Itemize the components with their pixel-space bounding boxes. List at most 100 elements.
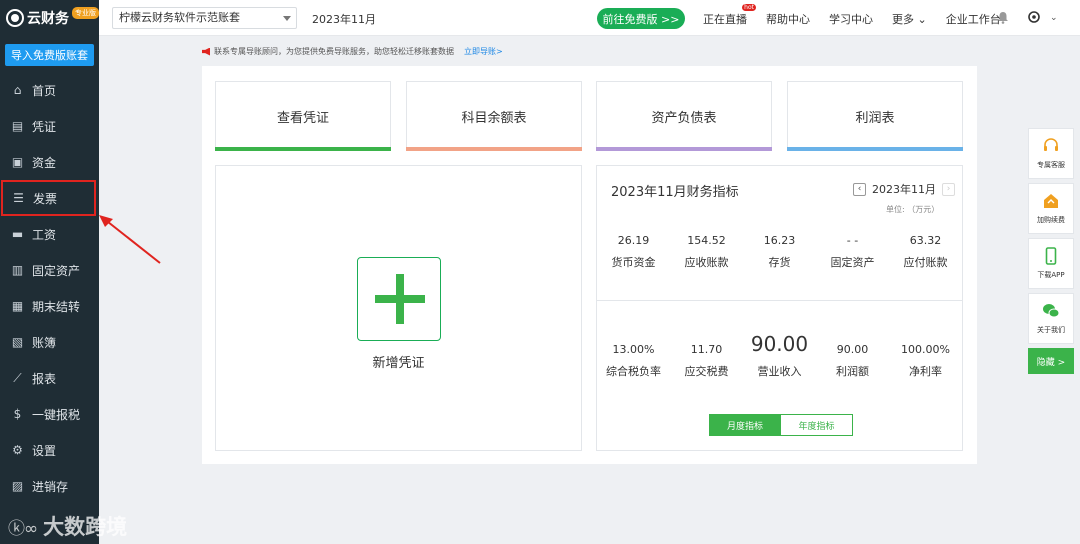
metric-value: 26.19 (617, 234, 650, 247)
edition-badge: 专业版 (72, 7, 99, 19)
sidebar: 云财务 专业版 导入免费版账套 ⌂ 首页 ▤ 凭证 ▣ 资金 ☰ 发票 ▬ 工资 ▥ 固定资… (0, 0, 99, 544)
sidebar-item-home[interactable]: ⌂ 首页 (0, 72, 99, 108)
metric-net-profit-margin[interactable]: 100.00% 净利率 (889, 332, 962, 379)
bell-icon[interactable] (997, 11, 1009, 24)
metric-label: 固定资产 (830, 256, 875, 269)
sidebar-item-label: 设置 (32, 443, 57, 458)
card-accent-bar (596, 147, 772, 151)
logo[interactable]: 云财务 专业版 (6, 6, 99, 30)
metric-inventory[interactable]: 16.23 存货 (743, 234, 816, 270)
logo-mark-icon (6, 9, 24, 27)
top-link-enterprise-workbench[interactable]: 企业工作台 (946, 11, 1001, 27)
sidebar-item-voucher[interactable]: ▤ 凭证 (0, 108, 99, 144)
sidebar-item-inventory[interactable]: ▨ 进销存 (0, 468, 99, 504)
period-navigator: ‹ 2023年11月 › (853, 181, 955, 197)
sidebar-item-label: 一键报税 (32, 407, 81, 422)
metric-payables[interactable]: 63.32 应付账款 (889, 234, 962, 270)
top-link-help-center[interactable]: 帮助中心 (766, 11, 810, 27)
crown-house-icon (1044, 194, 1058, 208)
next-month-button[interactable]: › (942, 182, 955, 196)
metric-cash[interactable]: 26.19 货币资金 (597, 234, 670, 270)
add-voucher-button[interactable] (357, 257, 441, 341)
metric-value: - - (846, 234, 859, 247)
sidebar-item-salary[interactable]: ▬ 工资 (0, 216, 99, 252)
sidebar-item-ledger[interactable]: ▧ 账簿 (0, 324, 99, 360)
hide-panel-button[interactable]: 隐藏 > (1028, 348, 1074, 374)
card-accent-bar (215, 147, 391, 151)
top-bar: 柠檬云财务软件示范账套 2023年11月 前往免费版 >> 正在直播 hot 帮助… (99, 0, 1080, 36)
metric-label: 营业收入 (757, 365, 802, 378)
sidebar-item-tax-filing[interactable]: $ 一键报税 (0, 396, 99, 432)
top-link-more[interactable]: 更多 ⌄ (892, 11, 927, 27)
balance-sheet-card[interactable]: 资产负债表 (596, 81, 772, 151)
sidebar-item-label: 固定资产 (32, 263, 81, 278)
home-icon: ⌂ (13, 83, 22, 97)
unit-label: 单位: （万元） (886, 205, 940, 214)
top-link-learning-center[interactable]: 学习中心 (829, 11, 873, 27)
quick-card-label: 利润表 (855, 110, 895, 126)
top-links: 正在直播 hot 帮助中心 学习中心 更多 ⌄ 企业工作台 (703, 4, 1020, 27)
speaker-icon (202, 47, 210, 56)
financial-indicators-panel: 2023年11月财务指标 ‹ 2023年11月 › 单位: （万元） 26.19… (596, 165, 963, 451)
sidebar-item-fixed-assets[interactable]: ▥ 固定资产 (0, 252, 99, 288)
add-voucher-label: 新增凭证 (372, 356, 425, 371)
tab-monthly-indicators[interactable]: 月度指标 (709, 414, 781, 436)
purchase-renew-button[interactable]: 加购续费 (1028, 183, 1074, 234)
import-now-link[interactable]: 立即导账> (464, 46, 503, 57)
invoice-icon: ☰ (13, 191, 24, 205)
card-accent-bar (787, 147, 963, 151)
income-statement-card[interactable]: 利润表 (787, 81, 963, 151)
metric-tax-burden-rate[interactable]: 13.00% 综合税负率 (597, 332, 670, 379)
go-free-version-button[interactable]: 前往免费版 >> (597, 8, 685, 29)
settings-icon: ⚙ (12, 443, 23, 457)
hot-badge: hot (742, 4, 756, 11)
divider (597, 300, 962, 301)
right-panel-label: 专属客服 (1037, 161, 1065, 169)
prev-month-button[interactable]: ‹ (853, 182, 866, 196)
annotation-arrow-icon (99, 215, 161, 264)
metric-operating-revenue[interactable]: 90.00 营业收入 (743, 332, 816, 379)
income-metrics-row: 13.00% 综合税负率 11.70 应交税费 90.00 营业收入 90.00 利润额… (597, 332, 962, 379)
sidebar-item-period-close[interactable]: ▦ 期末结转 (0, 288, 99, 324)
metric-profit[interactable]: 90.00 利润额 (816, 332, 889, 379)
metric-value: 11.70 (690, 343, 723, 356)
metric-label: 应付账款 (903, 256, 948, 269)
customer-service-button[interactable]: 专属客服 (1028, 128, 1074, 179)
account-balance-card[interactable]: 科目余额表 (406, 81, 582, 151)
tab-yearly-indicators[interactable]: 年度指标 (781, 414, 853, 436)
quick-card-label: 查看凭证 (276, 110, 329, 126)
ledger-icon: ▧ (11, 335, 24, 349)
wechat-icon (1043, 304, 1060, 318)
voucher-icon: ▤ (11, 119, 24, 133)
report-icon: ⟋ (13, 370, 22, 385)
about-us-button[interactable]: 关于我们 (1028, 293, 1074, 344)
sidebar-item-funds[interactable]: ▣ 资金 (0, 144, 99, 180)
sidebar-nav: ⌂ 首页 ▤ 凭证 ▣ 资金 ☰ 发票 ▬ 工资 ▥ 固定资产 ▦ 期末结转 ▧ 账簿 ⟋ 报表 … (0, 72, 99, 504)
right-float-panel: 专属客服 加购续费 下载APP 关于我们 隐藏 > (1028, 128, 1074, 374)
metric-label: 应收账款 (684, 256, 729, 269)
import-free-account-button[interactable]: 导入免费版账套 (5, 44, 94, 66)
account-set-select[interactable]: 柠檬云财务软件示范账套 (112, 7, 297, 29)
user-headset-icon[interactable] (1028, 11, 1040, 23)
sidebar-item-label: 资金 (32, 155, 57, 170)
quick-card-label: 科目余额表 (461, 110, 527, 126)
user-menu-chevron-icon[interactable]: ⌄ (1050, 13, 1058, 23)
sidebar-item-settings[interactable]: ⚙ 设置 (0, 432, 99, 468)
metric-taxes-payable[interactable]: 11.70 应交税费 (670, 332, 743, 379)
sidebar-item-reports[interactable]: ⟋ 报表 (0, 360, 99, 396)
sidebar-item-label: 凭证 (32, 119, 57, 134)
logo-text: 云财务 (27, 11, 69, 27)
top-link-live[interactable]: 正在直播 hot (703, 4, 756, 27)
inventory-icon: ▨ (11, 479, 24, 493)
financial-indicators-title: 2023年11月财务指标 (611, 185, 739, 200)
add-voucher-card[interactable]: 新增凭证 (215, 165, 582, 451)
download-app-button[interactable]: 下载APP (1028, 238, 1074, 289)
metric-value: 13.00% (612, 343, 655, 356)
metric-label: 净利率 (909, 365, 942, 378)
metric-receivables[interactable]: 154.52 应收账款 (670, 234, 743, 270)
tax-filing-icon: $ (13, 407, 22, 421)
view-vouchers-card[interactable]: 查看凭证 (215, 81, 391, 151)
sidebar-item-invoice[interactable]: ☰ 发票 (1, 180, 96, 216)
metric-fixed-assets[interactable]: - - 固定资产 (816, 234, 889, 270)
dashboard-main: 查看凭证 科目余额表 资产负债表 利润表 新增凭证 2023年11月财务指标 ‹… (202, 66, 977, 464)
